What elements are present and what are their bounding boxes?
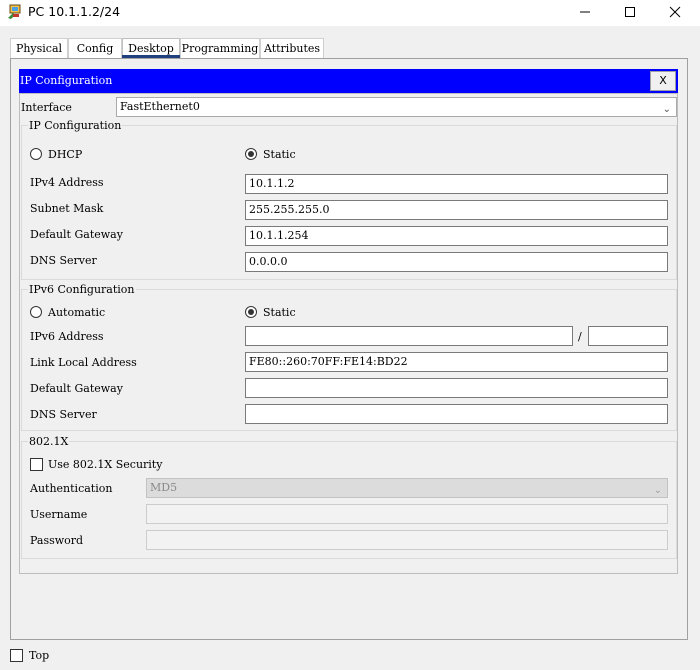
- close-window-button[interactable]: [652, 0, 698, 24]
- password-label: Password: [30, 534, 84, 547]
- link-local-field[interactable]: FE80::260:70FF:FE14:BD22: [245, 352, 668, 372]
- link-local-label: Link Local Address: [30, 356, 137, 369]
- interface-value: FastEthernet0: [120, 100, 200, 113]
- ipv4-group-title: IP Configuration: [28, 119, 123, 132]
- subnet-mask-field[interactable]: 255.255.255.0: [245, 200, 668, 220]
- prefix-separator: /: [578, 330, 582, 343]
- ipv6-group-title: IPv6 Configuration: [28, 283, 136, 296]
- close-icon: [669, 6, 681, 18]
- tab-physical[interactable]: Physical: [10, 38, 68, 58]
- top-checkbox[interactable]: [10, 649, 23, 662]
- packet-tracer-pc-icon: [7, 4, 23, 20]
- window-title: PC 10.1.1.2/24: [28, 4, 121, 19]
- ip-config-title: IP Configuration: [20, 74, 113, 87]
- dot1x-group-title: 802.1X: [28, 435, 70, 448]
- ip-config-header: [19, 69, 678, 93]
- chevron-down-icon: ⌄: [653, 485, 662, 496]
- interface-select[interactable]: FastEthernet0 ⌄: [116, 97, 677, 117]
- username-field[interactable]: [146, 504, 668, 524]
- ipv6-automatic-radio[interactable]: [30, 306, 42, 318]
- ipv6-gateway-field[interactable]: [245, 378, 668, 398]
- top-label: Top: [29, 649, 50, 662]
- authentication-select[interactable]: MD5 ⌄: [146, 478, 668, 498]
- use-8021x-checkbox[interactable]: [30, 458, 43, 471]
- maximize-icon: [625, 7, 635, 17]
- tab-programming[interactable]: Programming: [180, 38, 260, 58]
- ipv4-static-label: Static: [263, 148, 296, 161]
- tab-config[interactable]: Config: [68, 38, 122, 58]
- authentication-label: Authentication: [30, 482, 113, 495]
- ipv6-prefix-field[interactable]: [588, 326, 668, 346]
- ipv4-dns-label: DNS Server: [30, 254, 97, 267]
- minimize-button[interactable]: [562, 0, 608, 24]
- ipv4-address-label: IPv4 Address: [30, 176, 104, 189]
- tab-attributes[interactable]: Attributes: [260, 38, 324, 58]
- username-label: Username: [30, 508, 88, 521]
- ipv4-gateway-label: Default Gateway: [30, 228, 123, 241]
- ipv4-dns-field[interactable]: 0.0.0.0: [245, 252, 668, 272]
- ipv6-address-label: IPv6 Address: [30, 330, 104, 343]
- password-field[interactable]: [146, 530, 668, 550]
- subnet-mask-label: Subnet Mask: [30, 202, 104, 215]
- ipv6-static-label: Static: [263, 306, 296, 319]
- dhcp-label: DHCP: [48, 148, 83, 161]
- ipv6-address-field[interactable]: [245, 326, 573, 346]
- ipv6-automatic-label: Automatic: [48, 306, 106, 319]
- minimize-icon: [580, 11, 590, 13]
- maximize-button[interactable]: [607, 0, 653, 24]
- ipv4-address-field[interactable]: 10.1.1.2: [245, 174, 668, 194]
- dhcp-radio[interactable]: [30, 148, 42, 160]
- authentication-value: MD5: [150, 481, 178, 494]
- close-ip-config-button[interactable]: X: [650, 71, 676, 91]
- use-8021x-label: Use 802.1X Security: [48, 458, 163, 471]
- ipv4-gateway-field[interactable]: 10.1.1.254: [245, 226, 668, 246]
- ipv4-static-radio[interactable]: [245, 148, 257, 160]
- ipv6-dns-label: DNS Server: [30, 408, 97, 421]
- chevron-down-icon: ⌄: [662, 104, 671, 115]
- ipv6-dns-field[interactable]: [245, 404, 668, 424]
- interface-label: Interface: [21, 101, 72, 114]
- ipv6-gateway-label: Default Gateway: [30, 382, 123, 395]
- ipv6-static-radio[interactable]: [245, 306, 257, 318]
- tab-strip: Physical Config Desktop Programming Attr…: [10, 38, 324, 58]
